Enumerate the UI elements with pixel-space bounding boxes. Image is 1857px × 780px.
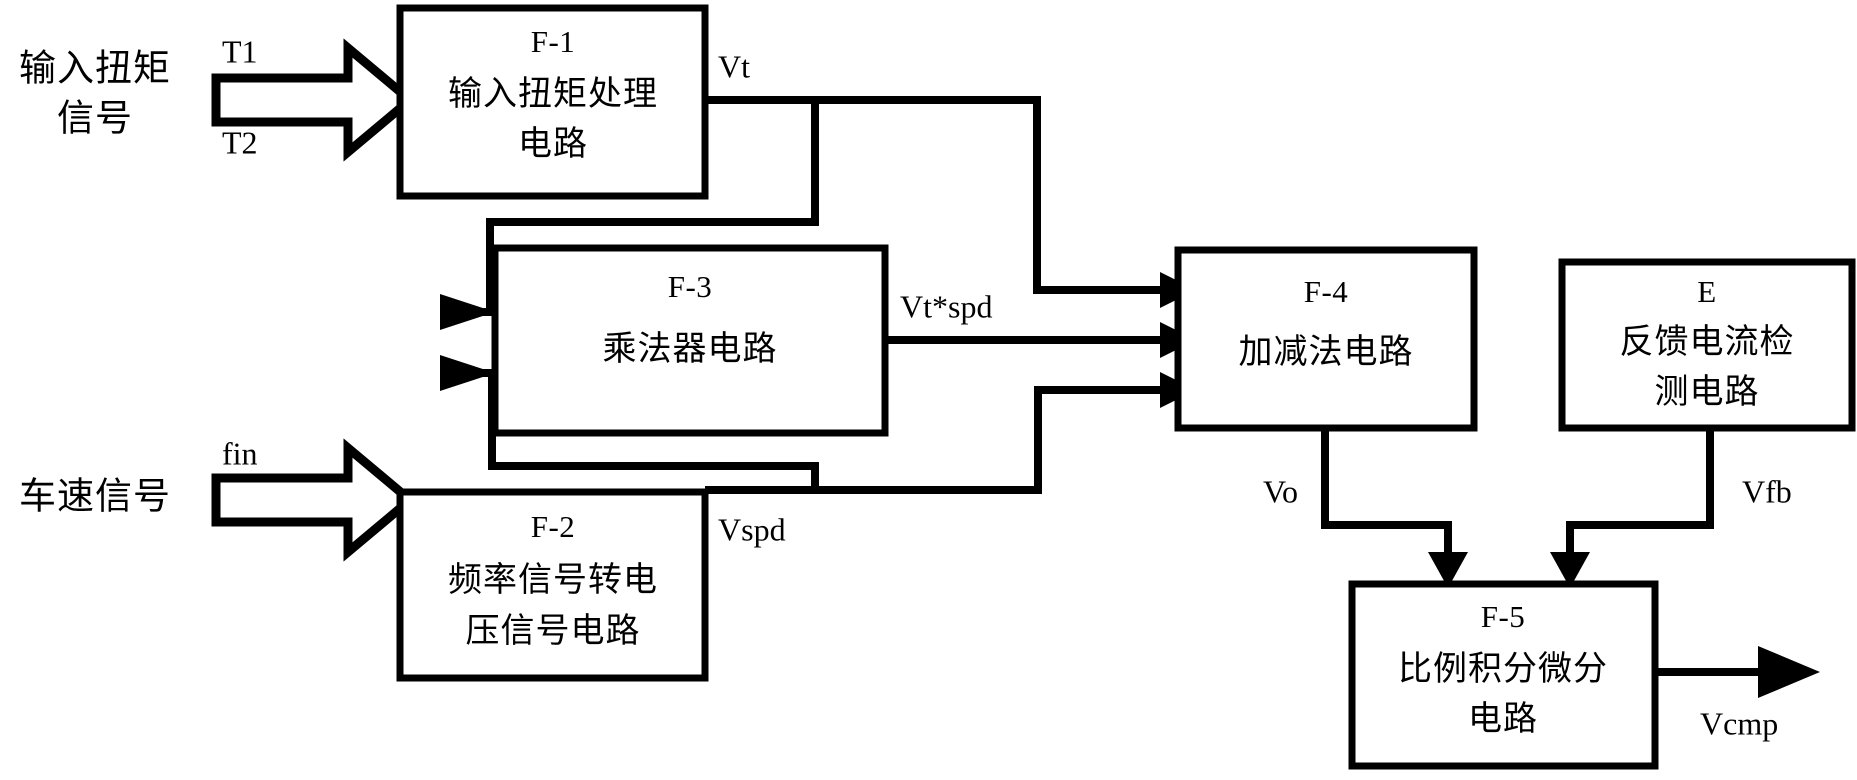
block-f3-code: F-3 <box>668 269 713 304</box>
block-e-line1: 反馈电流检 <box>1620 323 1795 361</box>
block-e-code: E <box>1697 274 1716 309</box>
block-e-line2: 测电路 <box>1655 373 1760 411</box>
arrowhead-vcmp-output <box>1758 646 1820 698</box>
signal-label-vcmp: Vcmp <box>1700 705 1778 741</box>
block-diagram-canvas: F-1 输入扭矩处理 电路 F-3 乘法器电路 F-2 频率信号转电 压信号电路… <box>0 0 1857 780</box>
input-label-speed: 车速信号 <box>19 475 171 517</box>
block-f5-line2: 电路 <box>1468 700 1538 738</box>
signal-label-vo: Vo <box>1263 473 1298 509</box>
block-f5-code: F-5 <box>1481 599 1526 634</box>
signal-label-t2: T2 <box>222 124 258 160</box>
wire-vfb-to-f5 <box>1566 428 1714 555</box>
arrowhead-f3-input-2 <box>440 355 495 391</box>
input-label-torque-line2: 信号 <box>57 98 133 139</box>
diagram-svg: F-1 输入扭矩处理 电路 F-3 乘法器电路 F-2 频率信号转电 压信号电路… <box>19 4 1856 770</box>
signal-label-vt-spd: Vt*spd <box>900 288 992 324</box>
input-label-torque-line1: 输入扭矩 <box>19 47 171 89</box>
block-f2-code: F-2 <box>531 509 576 544</box>
signal-label-fin: fin <box>222 435 258 471</box>
block-f1-code: F-1 <box>531 24 576 59</box>
block-f4-code: F-4 <box>1304 274 1349 309</box>
block-f1-line1: 输入扭矩处理 <box>448 75 658 113</box>
block-f1-line2: 电路 <box>518 125 588 163</box>
block-f3-line1: 乘法器电路 <box>603 330 778 368</box>
block-f2-line1: 频率信号转电 <box>448 561 658 599</box>
block-f2-line2: 压信号电路 <box>466 612 641 650</box>
block-f4-line1: 加减法电路 <box>1239 333 1414 371</box>
signal-label-vfb: Vfb <box>1742 473 1792 509</box>
signal-label-vt: Vt <box>718 48 750 84</box>
signal-label-vspd: Vspd <box>718 511 786 547</box>
wire-vo-to-f5 <box>1321 428 1452 555</box>
signal-label-t1: T1 <box>222 33 258 69</box>
block-f5-line1: 比例积分微分 <box>1398 650 1608 688</box>
